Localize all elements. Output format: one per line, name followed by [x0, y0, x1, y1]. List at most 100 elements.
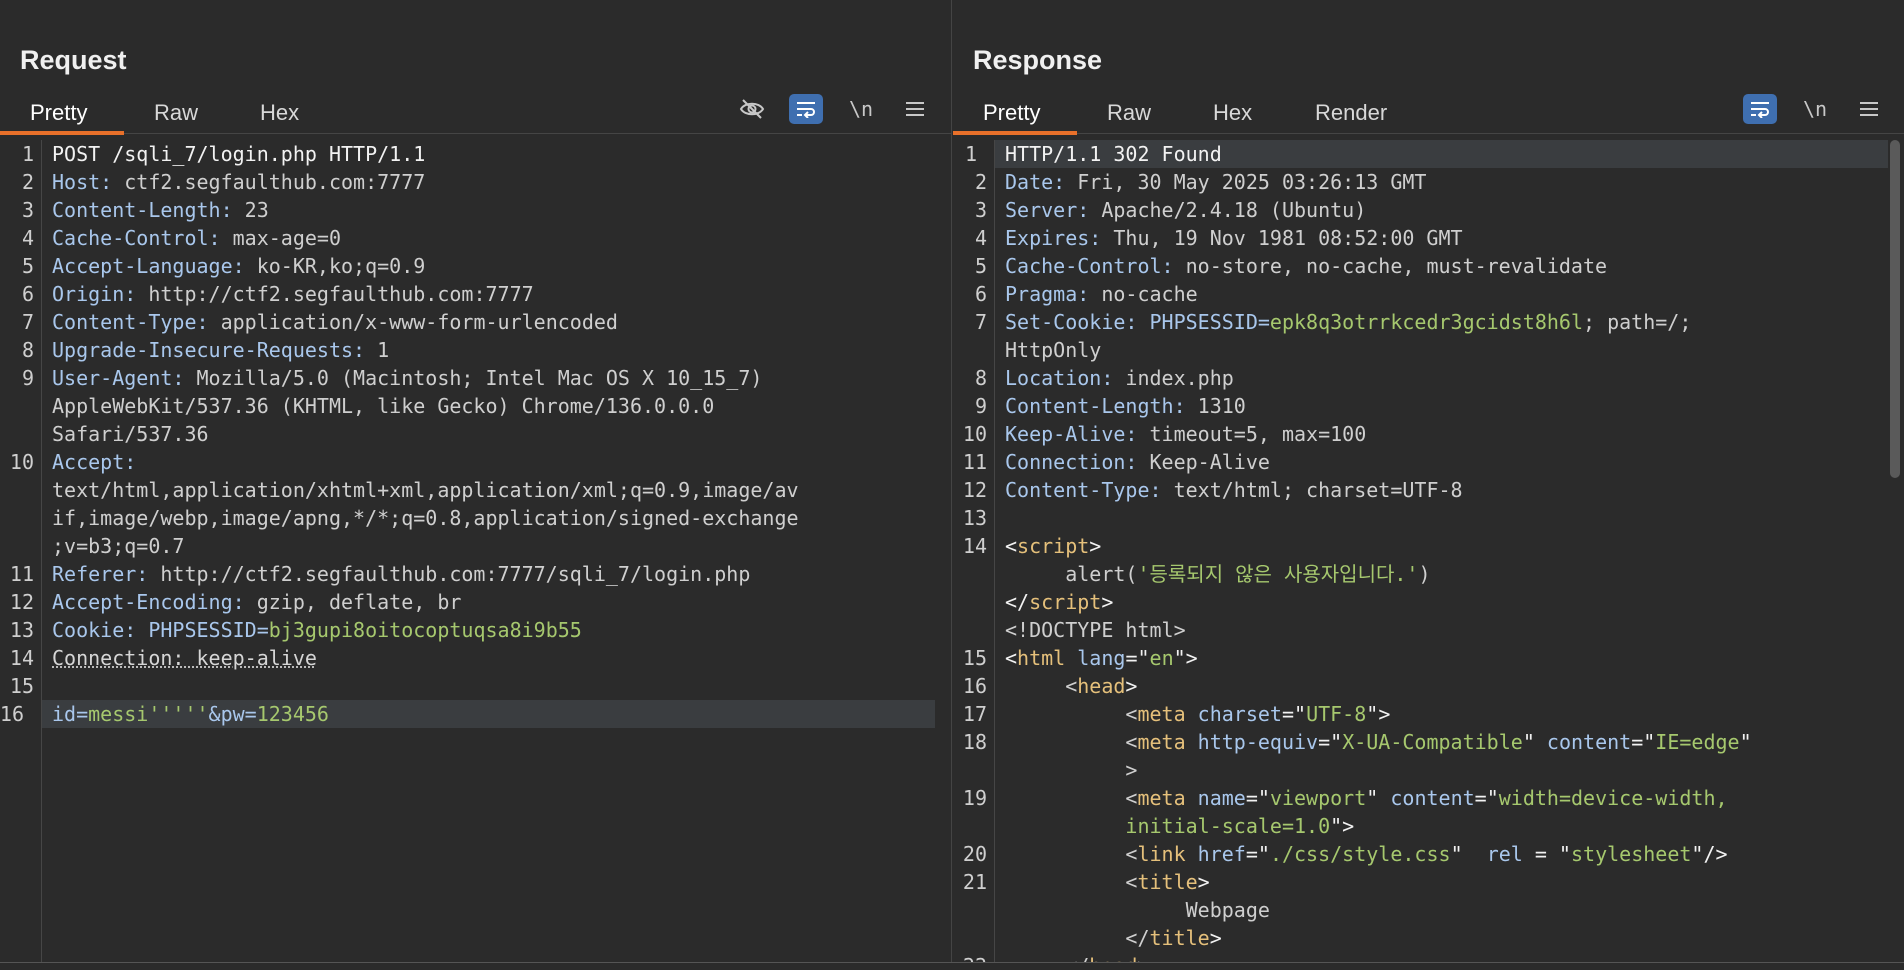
code-token: =" [1318, 730, 1343, 754]
code-token: text/html; charset=UTF-8 [1161, 478, 1463, 502]
response-scrollbar[interactable] [1890, 140, 1900, 478]
line-number: 19 [962, 786, 987, 810]
tab-request-hex[interactable]: Hex [260, 100, 299, 126]
line-number: 4 [974, 226, 987, 250]
line-number: 5 [21, 254, 34, 278]
code-token: name [1197, 786, 1246, 810]
code-token: Cookie: [52, 618, 137, 642]
code-token: href [1197, 842, 1246, 866]
code-token: width=device-width, [1498, 786, 1728, 810]
code-line: 3 Server: Apache/2.4.18 (Ubuntu) [975, 196, 1888, 224]
code-token: HttpOnly [1005, 338, 1102, 362]
code-line: initial-scale=1.0"> [1005, 812, 1888, 840]
code-token: User-Agent: [52, 366, 185, 390]
code-token: Keep-Alive [1137, 450, 1270, 474]
code-token: 23 [232, 198, 269, 222]
word-wrap-icon[interactable] [1743, 94, 1777, 124]
code-token: Connection: keep-alive [52, 646, 317, 670]
code-token: > [1101, 590, 1114, 614]
tab-response-hex[interactable]: Hex [1213, 100, 1252, 126]
code-token: 123456 [256, 702, 329, 726]
line-number: 20 [962, 842, 987, 866]
tab-response-pretty[interactable]: Pretty [983, 100, 1040, 126]
code-token: "/> [1691, 842, 1728, 866]
code-token: title [1149, 926, 1210, 950]
code-line: AppleWebKit/537.36 (KHTML, like Gecko) C… [52, 392, 935, 420]
line-number: 9 [21, 366, 34, 390]
word-wrap-icon[interactable] [789, 94, 823, 124]
code-token: UTF-8 [1306, 702, 1367, 726]
code-token: > [1197, 870, 1210, 894]
code-token: ctf2.segfaulthub.com:7777 [112, 170, 426, 194]
code-line: 2 Date: Fri, 30 May 2025 03:26:13 GMT [975, 168, 1888, 196]
code-token: POST /sqli_7/login.php HTTP/1.1 [52, 142, 426, 166]
line-number: 2 [21, 170, 34, 194]
response-code: 1 HTTP/1.1 302 Found 2 Date: Fri, 30 May 20… [963, 140, 1888, 970]
line-number: 13 [9, 618, 34, 642]
code-line: 7 Content-Type: application/x-www-form-ur… [22, 308, 935, 336]
code-token: Mozilla/5.0 (Macintosh; Intel Mac OS X 1… [184, 366, 763, 390]
code-line: Safari/537.36 [52, 420, 935, 448]
code-token: html [1017, 646, 1066, 670]
line-number: 10 [9, 450, 34, 474]
code-token: index.php [1113, 366, 1234, 390]
code-token: Cache-Control: [52, 226, 221, 250]
code-token: content [1546, 730, 1632, 754]
hamburger-menu-icon[interactable] [898, 94, 932, 124]
hamburger-menu-icon[interactable] [1852, 94, 1886, 124]
code-token: application/x-www-form-urlencoded [208, 310, 618, 334]
tab-response-raw[interactable]: Raw [1107, 100, 1151, 126]
code-token: <!DOCTYPE html> [1005, 618, 1186, 642]
code-token: < [1005, 702, 1138, 726]
tab-request-raw[interactable]: Raw [154, 100, 198, 126]
code-token: =" [1474, 786, 1499, 810]
code-token: PHPSESSID= [148, 618, 269, 642]
code-token: meta [1137, 730, 1186, 754]
code-token: Connection: [1005, 450, 1138, 474]
code-token: lang [1077, 646, 1126, 670]
active-tab-indicator [953, 131, 1077, 135]
code-token: ) [1418, 562, 1431, 586]
response-editor[interactable]: 1 HTTP/1.1 302 Found 2 Date: Fri, 30 May 20… [953, 140, 1904, 970]
code-token: > [1125, 674, 1138, 698]
code-token: = " [1522, 842, 1571, 866]
tab-request-pretty[interactable]: Pretty [30, 100, 87, 126]
newline-toggle[interactable]: \n [1798, 94, 1832, 124]
response-pane: Response Pretty Raw Hex Render \n 1 HTTP/… [953, 0, 1904, 970]
eye-slash-icon[interactable] [735, 94, 769, 124]
line-number: 17 [962, 702, 987, 726]
code-line: 1 POST /sqli_7/login.php HTTP/1.1 [22, 140, 935, 168]
code-token: Origin: [52, 282, 137, 306]
code-token: ko-KR,ko;q=0.9 [244, 254, 426, 278]
request-pane: Request Pretty Raw Hex \n 1 POST /sqli_7/… [0, 0, 952, 970]
code-line: alert('등록되지 않은 사용자입니다.') [1005, 560, 1888, 588]
code-token: if,image/webp,image/apng,*/*;q=0.8,appli… [52, 506, 799, 530]
code-line: 10 Accept: [10, 448, 935, 476]
code-token: text/html,application/xhtml+xml,applicat… [52, 478, 799, 502]
request-code: 1 POST /sqli_7/login.php HTTP/1.1 2 Host: c… [0, 140, 935, 728]
line-number: 6 [21, 282, 34, 306]
code-token: viewport [1269, 786, 1367, 810]
request-editor[interactable]: 1 POST /sqli_7/login.php HTTP/1.1 2 Host: c… [0, 140, 951, 970]
code-line: Webpage [1005, 896, 1888, 924]
line-number: 12 [962, 478, 987, 502]
line-number: 4 [21, 226, 34, 250]
request-title: Request [20, 45, 127, 75]
code-token: > [1209, 926, 1222, 950]
code-token: Set-Cookie: [1005, 310, 1138, 334]
code-line: 12 Content-Type: text/html; charset=UTF-8 [963, 476, 1888, 504]
code-token: epk8q3otrrkcedr3gcidst8h6l [1269, 310, 1583, 334]
newline-toggle[interactable]: \n [844, 94, 878, 124]
tab-response-render[interactable]: Render [1315, 100, 1387, 126]
code-line: 17 <meta charset="UTF-8"> [963, 700, 1888, 728]
code-token: Accept-Encoding: [52, 590, 245, 614]
code-token: Content-Type: [52, 310, 209, 334]
code-token: Upgrade-Insecure-Requests: [52, 338, 366, 362]
line-number: 14 [962, 534, 987, 558]
code-line: 14 <script> [963, 532, 1888, 560]
code-token: Accept: [52, 450, 137, 474]
code-token: bj3gupi8oitocoptuqsa8i9b55 [268, 618, 582, 642]
